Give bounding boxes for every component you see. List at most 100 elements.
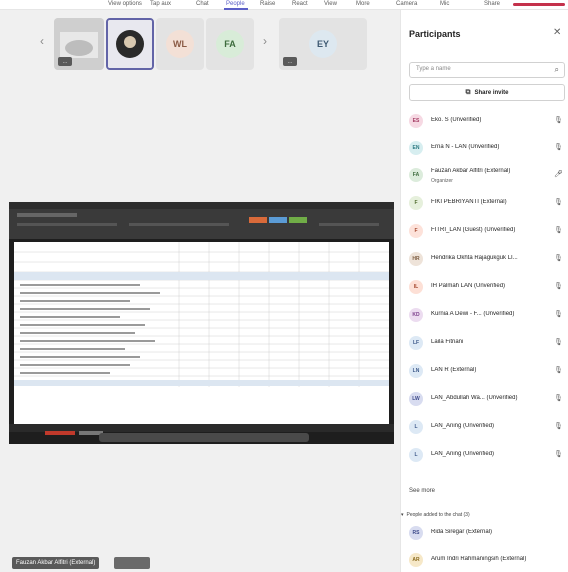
participant-row[interactable]: L LAN_Aning (Unverified) 🎙︎ xyxy=(409,417,565,437)
participant-row[interactable]: FA Fauzan Akbar Alfitri (External) Organ… xyxy=(409,165,565,185)
participant-row[interactable]: L LAN_Aning (Unverified) 🎙︎ xyxy=(409,445,565,465)
participant-name: Rida Siregar (External) xyxy=(431,529,493,535)
search-input[interactable]: Type a name ⌕ xyxy=(409,62,565,78)
gallery-tile-room[interactable]: … xyxy=(54,18,104,70)
participant-name: Arum Indri Rahmaningsih (External) xyxy=(431,556,527,562)
participant-name: Eko. S (Unverified) xyxy=(431,117,482,123)
mic-muted-icon: 🎙︎ xyxy=(554,255,563,262)
gallery-tile-selected[interactable] xyxy=(106,18,154,70)
toolbar-chat[interactable]: Chat xyxy=(196,1,209,7)
mic-muted-icon: 🎙︎ xyxy=(554,451,563,458)
participant-name: Erna N - LAN (Unverified) xyxy=(431,144,500,150)
see-more-link[interactable]: See more xyxy=(409,488,435,494)
search-placeholder: Type a name xyxy=(416,66,451,72)
participants-panel: Participants ✕ Type a name ⌕ ⧉ Share inv… xyxy=(400,10,568,572)
added-person-row[interactable]: RS Rida Siregar (External) xyxy=(409,523,565,543)
participant-row[interactable]: LW LAN_Abdullah Wa... (Unverified) 🎙︎ xyxy=(409,389,565,409)
gallery-tile-fa[interactable]: FA xyxy=(206,18,254,70)
avatar: LF xyxy=(409,336,423,350)
mic-on-icon: 🎤︎ xyxy=(554,171,563,178)
participant-name: Fauzan Akbar Alfitri (External) xyxy=(431,168,511,174)
avatar: AR xyxy=(409,553,423,567)
participant-row[interactable]: F FITRI_LAN (Guest) (Unverified) 🎙︎ xyxy=(409,221,565,241)
added-section-label: People added to the chat (3) xyxy=(406,512,470,518)
avatar: L xyxy=(409,420,423,434)
avatar: L xyxy=(409,448,423,462)
mic-muted-icon: 🎙︎ xyxy=(554,199,563,206)
avatar: FA xyxy=(216,30,244,58)
toolbar-camera[interactable]: Camera xyxy=(396,1,417,7)
avatar: KD xyxy=(409,308,423,322)
mic-muted-icon: 🎙︎ xyxy=(554,423,563,430)
avatar: F xyxy=(409,196,423,210)
mic-muted-icon: 🎙︎ xyxy=(554,283,563,290)
gallery-tile-wl[interactable]: WL xyxy=(156,18,204,70)
toolbar-people[interactable]: People xyxy=(226,1,245,7)
toolbar-view[interactable]: View xyxy=(324,1,337,7)
share-invite-button[interactable]: ⧉ Share invite xyxy=(409,84,565,101)
shared-screen[interactable] xyxy=(9,202,394,444)
participant-role: Organizer xyxy=(431,178,453,184)
participant-name: LAN_Aning (Unverified) xyxy=(431,451,495,457)
participant-row[interactable]: EN Erna N - LAN (Unverified) 🎙︎ xyxy=(409,138,565,158)
toolbar-more[interactable]: More xyxy=(356,1,370,7)
gallery-tile-ey[interactable]: EY … xyxy=(279,18,367,70)
presenter-controls[interactable] xyxy=(114,557,150,569)
mic-muted-icon: 🎙︎ xyxy=(554,339,563,346)
shared-sheet-tabs xyxy=(9,424,394,435)
mic-muted-icon: 🎙︎ xyxy=(554,227,563,234)
added-person-row[interactable]: AR Arum Indri Rahmaningsih (External) xyxy=(409,550,565,570)
avatar: F xyxy=(409,224,423,238)
close-icon[interactable]: ✕ xyxy=(553,27,561,38)
presenter-nameplate: Fauzan Akbar Alfitri (External) xyxy=(12,557,100,569)
participant-name: FIKI PEBRIYANTI (External) xyxy=(431,199,507,205)
avatar: FA xyxy=(409,168,423,182)
toolbar-react[interactable]: React xyxy=(292,1,308,7)
leave-button[interactable] xyxy=(513,3,565,6)
toolbar-raise[interactable]: Raise xyxy=(260,1,275,7)
added-people-section-header[interactable]: ▾ People added to the chat (3) xyxy=(401,512,470,518)
participant-row[interactable]: LF Laila Fitriani 🎙︎ xyxy=(409,333,565,353)
mic-muted-icon: 🎙︎ xyxy=(554,117,563,124)
avatar: IL xyxy=(409,280,423,294)
participant-row[interactable]: HR Hendrika Okhta Rajagukguk LI... 🎙︎ xyxy=(409,249,565,269)
search-icon: ⌕ xyxy=(554,65,559,74)
tile-more-badge: … xyxy=(58,57,72,66)
participant-name: FITRI_LAN (Guest) (Unverified) xyxy=(431,227,516,233)
participant-row[interactable]: LN LAN R (External) 🎙︎ xyxy=(409,361,565,381)
mic-muted-icon: 🎙︎ xyxy=(554,144,563,151)
mic-muted-icon: 🎙︎ xyxy=(554,311,563,318)
participant-name: LAN_Abdullah Wa... (Unverified) xyxy=(431,395,518,401)
mic-muted-icon: 🎙︎ xyxy=(554,395,563,402)
panel-title: Participants xyxy=(409,29,461,39)
share-invite-label: Share invite xyxy=(474,89,509,96)
toolbar-mic[interactable]: Mic xyxy=(440,1,449,7)
avatar: EN xyxy=(409,141,423,155)
shared-dock xyxy=(99,433,309,442)
participant-row[interactable]: F FIKI PEBRIYANTI (External) 🎙︎ xyxy=(409,193,565,213)
participant-photo-icon xyxy=(108,20,152,68)
avatar: EY xyxy=(309,30,337,58)
toolbar-share[interactable]: Share xyxy=(484,1,500,7)
shared-menubar xyxy=(9,202,394,209)
toolbar-tap-aux[interactable]: Tap aux xyxy=(150,1,171,7)
avatar: ES xyxy=(409,114,423,128)
shared-ribbon xyxy=(9,209,394,239)
share-icon: ⧉ xyxy=(465,88,471,96)
avatar: WL xyxy=(166,30,194,58)
participant-name: IH Palmah LAN (Unverified) xyxy=(431,283,506,289)
chevron-down-icon: ▾ xyxy=(401,512,404,518)
avatar: LN xyxy=(409,364,423,378)
gallery-prev-icon[interactable]: ‹ xyxy=(40,34,44,48)
participant-row[interactable]: ES Eko. S (Unverified) 🎙︎ xyxy=(409,111,565,131)
tile-more-badge: … xyxy=(283,57,297,66)
participant-name: LAN_Aning (Unverified) xyxy=(431,423,495,429)
gallery-next-icon[interactable]: › xyxy=(263,34,267,48)
avatar: LW xyxy=(409,392,423,406)
participant-name: Laila Fitriani xyxy=(431,339,464,345)
toolbar-view-options[interactable]: View options xyxy=(108,1,142,7)
spreadsheet-content xyxy=(14,242,389,424)
participant-row[interactable]: KD Kurnia A Dewi - F... (Unverified) 🎙︎ xyxy=(409,305,565,325)
participant-name: LAN R (External) xyxy=(431,367,477,373)
participant-row[interactable]: IL IH Palmah LAN (Unverified) 🎙︎ xyxy=(409,277,565,297)
